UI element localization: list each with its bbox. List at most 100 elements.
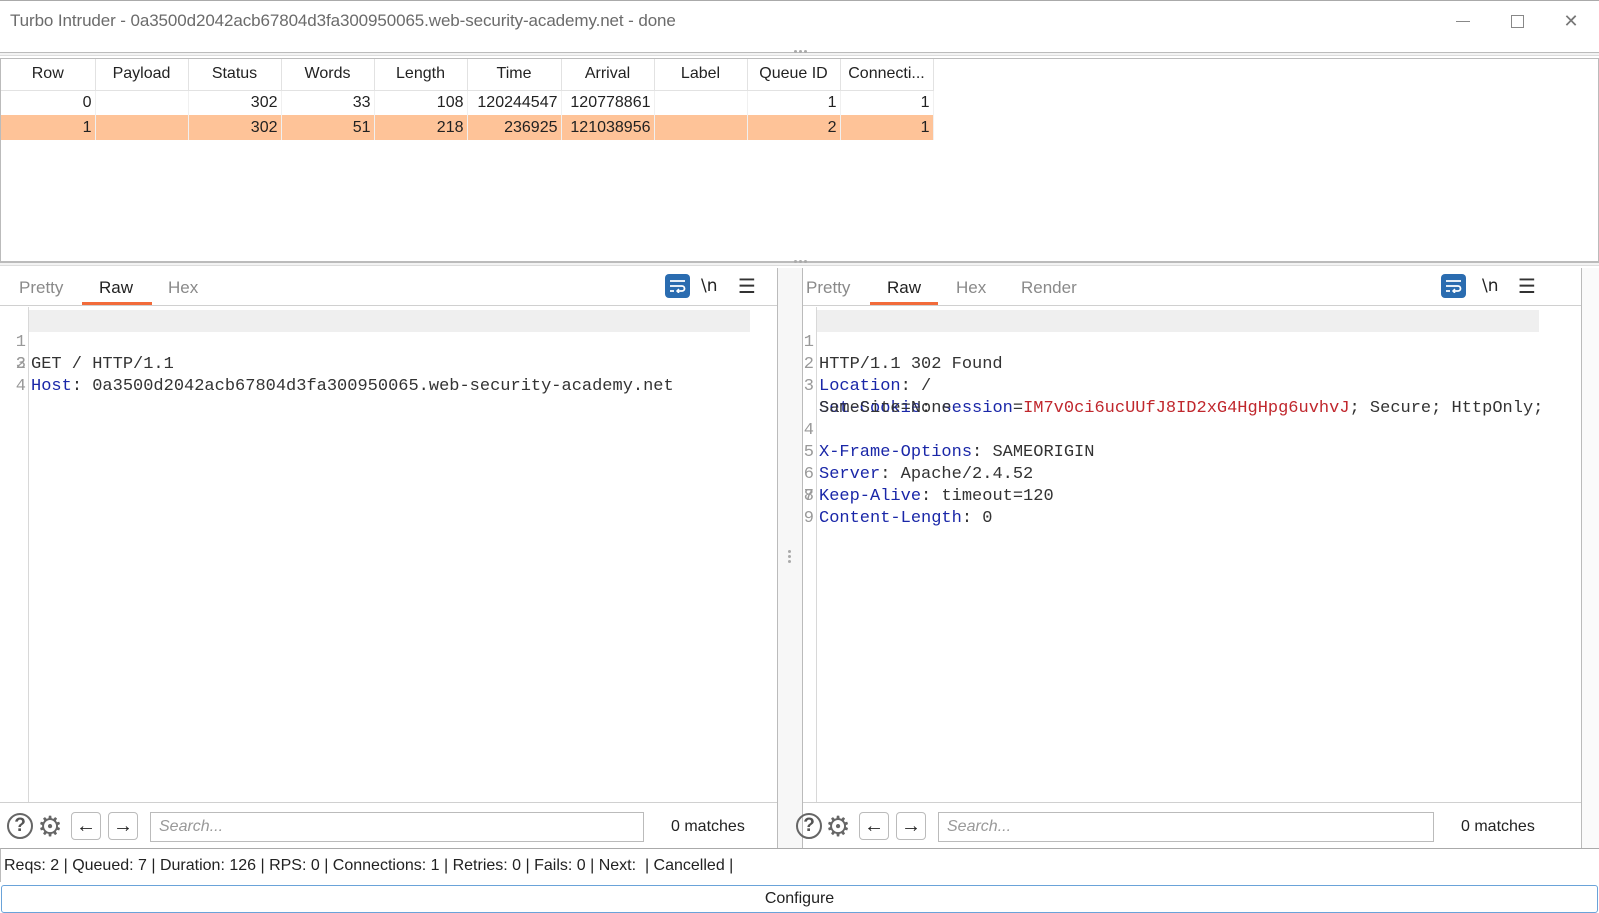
cell-payload [95, 115, 189, 140]
tab-hex[interactable]: Hex [168, 278, 198, 298]
table-header-row: Row Payload Status Words Length Time Arr… [1, 59, 934, 91]
cell-status: 302 [188, 90, 282, 115]
title-bar: Turbo Intruder - 0a3500d2042acb67804d3fa… [0, 0, 1599, 40]
word-wrap-icon [670, 280, 686, 293]
code-line: 1 GET / HTTP/1.1 [15, 333, 174, 374]
drag-handle-icon [794, 50, 808, 54]
status-text: Reqs: 2 | Queued: 7 | Duration: 126 | RP… [4, 857, 734, 874]
match-count: 0 matches [671, 818, 745, 835]
code-line: 4 [15, 377, 26, 396]
help-icon[interactable]: ? [7, 813, 33, 839]
column-header-length[interactable]: Length [374, 59, 468, 91]
cell-time: 236925 [467, 115, 562, 140]
code-line: 3 Set-Cookie: session=IM7v0ci6ucUUfJ8ID2… [803, 377, 1544, 418]
previous-match-button[interactable]: ← [71, 812, 101, 840]
minimize-button[interactable] [1436, 1, 1490, 41]
right-gutter [1582, 268, 1599, 848]
next-match-button[interactable]: → [896, 812, 926, 840]
cell-row: 0 [1, 90, 96, 115]
code-line: 2 Host: 0a3500d2042acb67804d3fa300950065… [15, 355, 674, 396]
cell-words: 33 [281, 90, 375, 115]
cell-connection: 1 [840, 90, 934, 115]
tab-render[interactable]: Render [1021, 278, 1077, 298]
code-line: 1 HTTP/1.1 302 Found [803, 333, 1003, 374]
code-line: 2 Location: / [803, 355, 932, 396]
cell-time: 120244547 [467, 90, 562, 115]
cell-length: 108 [374, 90, 468, 115]
cell-connection: 1 [840, 115, 934, 140]
show-newlines-button[interactable]: \n [701, 274, 718, 298]
column-header-row[interactable]: Row [1, 59, 96, 91]
active-tab-indicator [870, 302, 938, 305]
tab-raw[interactable]: Raw [99, 278, 133, 298]
results-table-panel: Row Payload Status Words Length Time Arr… [0, 58, 1599, 262]
request-panel: Pretty Raw Hex \n ☰ 1 GET / HTTP/1.1 2 H… [0, 268, 778, 848]
table-row[interactable]: 0 302 33 108 120244547 120778861 1 1 [1, 90, 934, 115]
column-header-status[interactable]: Status [188, 59, 282, 91]
results-table: Row Payload Status Words Length Time Arr… [1, 59, 934, 140]
status-bar: Reqs: 2 | Queued: 7 | Duration: 126 | RP… [0, 848, 1599, 882]
word-wrap-icon [1446, 280, 1462, 293]
maximize-icon [1510, 14, 1524, 28]
search-input[interactable] [938, 812, 1434, 842]
response-editor[interactable]: 1 HTTP/1.1 302 Found 2 Location: / 3 Set… [803, 307, 1581, 802]
cell-words: 51 [281, 115, 375, 140]
cell-queue-id: 1 [747, 90, 841, 115]
next-match-button[interactable]: → [108, 812, 138, 840]
hamburger-menu-icon[interactable]: ☰ [1518, 274, 1536, 298]
column-header-payload[interactable]: Payload [95, 59, 189, 91]
cell-payload [95, 90, 189, 115]
code-line: 9 [803, 509, 814, 528]
response-tabs: Pretty Raw Hex Render \n ☰ [803, 268, 1581, 306]
tab-hex[interactable]: Hex [956, 278, 986, 298]
search-input[interactable] [150, 812, 644, 842]
close-icon: ✕ [1563, 10, 1579, 31]
column-header-label[interactable]: Label [654, 59, 748, 91]
code-line: 5 Server: Apache/2.4.52 [803, 443, 1034, 484]
cell-status: 302 [188, 115, 282, 140]
cell-label [654, 90, 748, 115]
code-line: 6 Keep-Alive: timeout=120 [803, 465, 1054, 506]
cell-arrival: 120778861 [561, 90, 655, 115]
close-button[interactable]: ✕ [1544, 1, 1598, 41]
word-wrap-button[interactable] [665, 274, 690, 298]
column-header-words[interactable]: Words [281, 59, 375, 91]
code-line: 3 [15, 355, 26, 374]
request-tabs: Pretty Raw Hex \n ☰ [0, 268, 777, 306]
top-split-handle[interactable] [0, 50, 1599, 56]
column-header-arrival[interactable]: Arrival [561, 59, 655, 91]
help-icon[interactable]: ? [796, 813, 822, 839]
window-title: Turbo Intruder - 0a3500d2042acb67804d3fa… [10, 11, 676, 30]
tab-pretty[interactable]: Pretty [806, 278, 850, 298]
show-newlines-button[interactable]: \n [1482, 274, 1499, 298]
middle-split-handle[interactable] [0, 260, 1599, 266]
column-header-queue-id[interactable]: Queue ID [747, 59, 841, 91]
cell-label [654, 115, 748, 140]
code-line: 4 X-Frame-Options: SAMEORIGIN [803, 421, 1095, 462]
configure-button[interactable]: Configure [1, 885, 1598, 913]
match-count: 0 matches [1461, 818, 1535, 835]
drag-handle-icon [794, 260, 808, 264]
table-row-selected[interactable]: 1 302 51 218 236925 121038956 2 1 [1, 115, 934, 140]
request-search-bar: ? ⚙ ← → 0 matches [0, 802, 777, 848]
code-line: 8 [803, 487, 814, 506]
hamburger-menu-icon[interactable]: ☰ [738, 274, 756, 298]
request-editor[interactable]: 1 GET / HTTP/1.1 2 Host: 0a3500d2042acb6… [0, 307, 777, 802]
gear-icon[interactable]: ⚙ [35, 811, 65, 842]
tab-pretty[interactable]: Pretty [19, 278, 63, 298]
response-search-bar: ? ⚙ ← → 0 matches [796, 802, 1581, 848]
maximize-button[interactable] [1490, 1, 1544, 41]
column-header-connection[interactable]: Connecti... [840, 59, 934, 91]
column-header-time[interactable]: Time [467, 59, 562, 91]
code-line: 7 Content-Length: 0 [803, 487, 993, 528]
gear-icon[interactable]: ⚙ [823, 811, 853, 842]
response-panel: Pretty Raw Hex Render \n ☰ 1 HTTP/1.1 30… [796, 268, 1582, 848]
code-line-wrapped: SameSite=None [819, 399, 952, 418]
previous-match-button[interactable]: ← [859, 812, 889, 840]
tab-raw[interactable]: Raw [887, 278, 921, 298]
active-tab-indicator [82, 302, 152, 305]
cell-row: 1 [1, 115, 96, 140]
cell-arrival: 121038956 [561, 115, 655, 140]
minimize-icon [1456, 20, 1470, 22]
word-wrap-button[interactable] [1441, 274, 1466, 298]
